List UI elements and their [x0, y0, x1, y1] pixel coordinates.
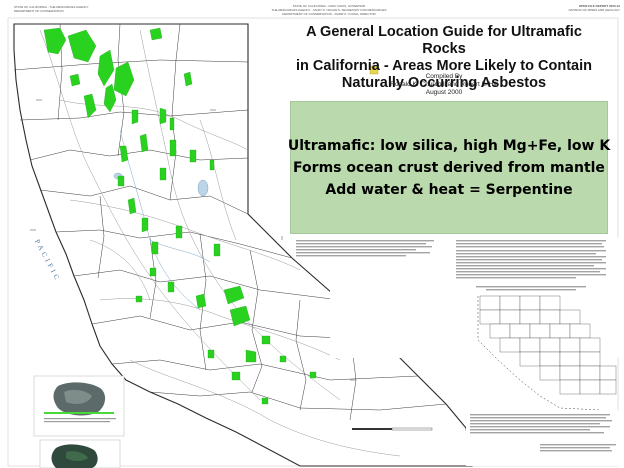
header-center: STATE OF CALIFORNIA - GRAY DAVIS, GOVERN… [254, 4, 404, 16]
map-title-line1: A General Location Guide for Ultramafic … [306, 24, 582, 57]
header-right-line2: DIVISION OF MINES AND GEOLOGY [568, 8, 620, 12]
compiled-by: Compiled By Ronald K. Churchill and Robe… [294, 73, 594, 97]
scale-bar [352, 427, 433, 431]
callout-line3: Add water & heat = Serpentine [325, 181, 573, 198]
callout-line1: Ultramafic: low silica, high Mg+Fe, low … [287, 137, 611, 154]
photo-card-2 [39, 439, 121, 468]
compiled-date: August 2000 [425, 89, 463, 96]
callout-line2: Forms ocean crust derived from mantle [293, 159, 605, 176]
compiled-label: Compiled By [425, 73, 463, 80]
compiled-authors: Ronald K. Churchill and Robert L. Hill [390, 81, 498, 88]
photo-card-1 [33, 375, 125, 437]
header-left: STATE OF CALIFORNIA - THE RESOURCES AGEN… [14, 5, 104, 13]
header-right: OPEN-FILE REPORT 2000-19 DIVISION OF MIN… [560, 4, 620, 12]
ultramafic-callout: Ultramafic: low silica, high Mg+Fe, low … [287, 101, 611, 234]
header-center-line3: DEPARTMENT OF CONSERVATION - DARRYL YOUN… [282, 12, 376, 16]
header-left-dept: DEPARTMENT OF CONSERVATION [14, 9, 64, 13]
